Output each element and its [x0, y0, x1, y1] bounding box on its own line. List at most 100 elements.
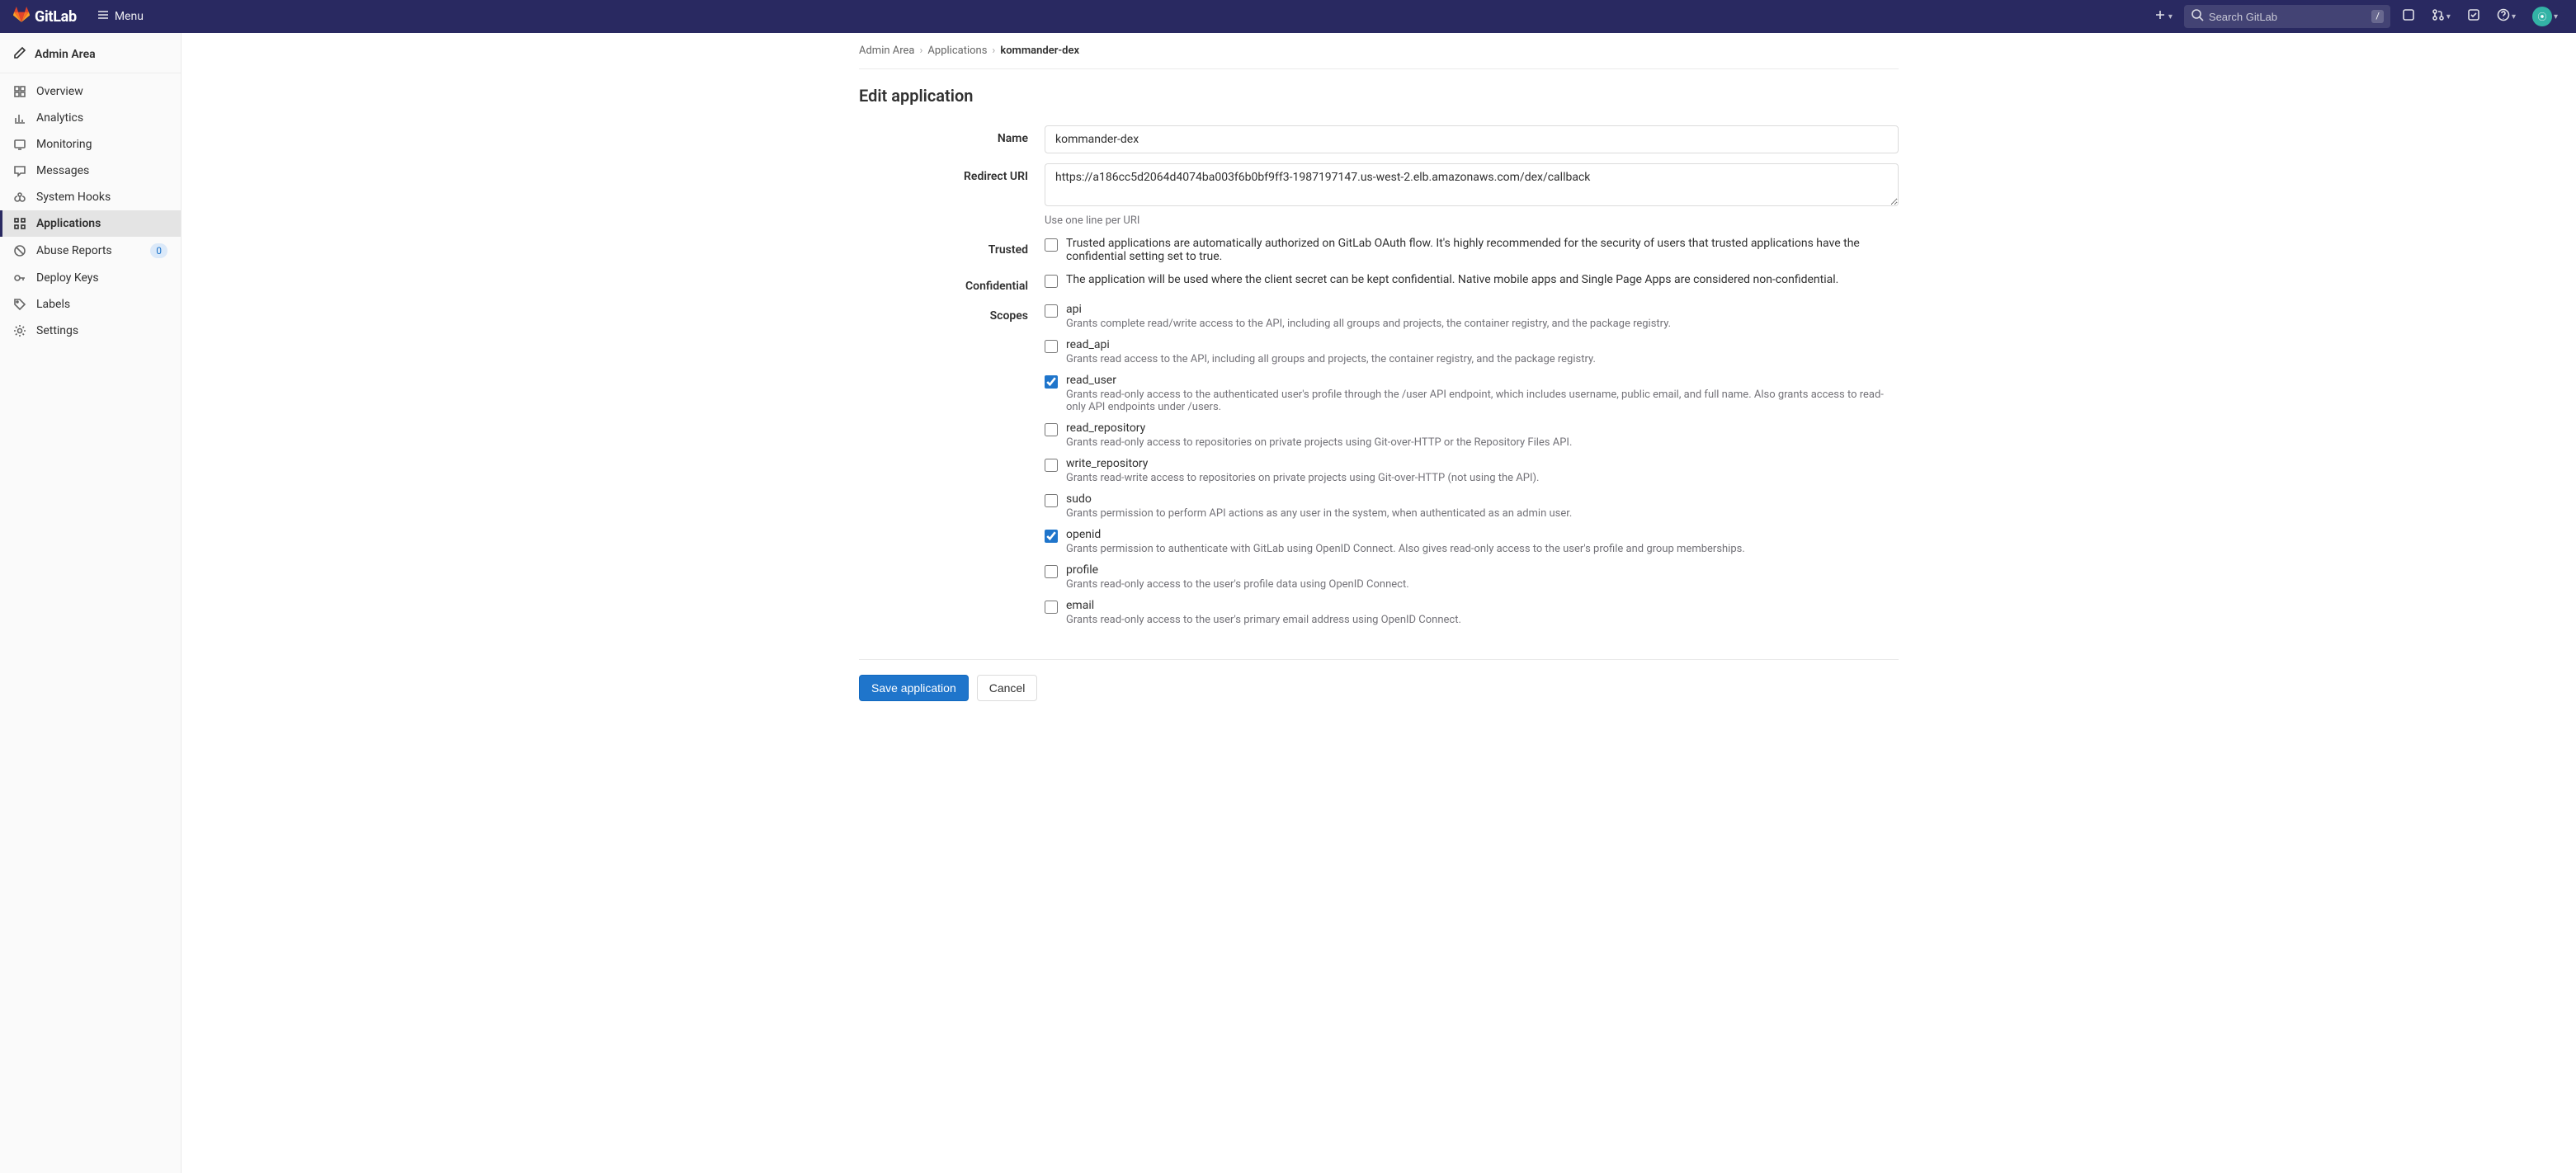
search-box[interactable]: / — [2184, 5, 2390, 28]
scope-description: Grants read-only access to the authentic… — [1066, 389, 1899, 413]
scope-checkbox-write-repository[interactable] — [1045, 459, 1058, 472]
breadcrumb: Admin Area › Applications › kommander-de… — [859, 33, 1899, 69]
search-input[interactable] — [2209, 11, 2371, 23]
scope-row-read-user: read_user Grants read-only access to the … — [1045, 374, 1899, 413]
button-row: Save application Cancel — [859, 675, 1899, 701]
sidebar-item-label: Analytics — [36, 111, 83, 125]
scope-row-read-repository: read_repositoryGrants read-only access t… — [1045, 422, 1899, 449]
sidebar-item-deploy-keys[interactable]: Deploy Keys — [0, 265, 181, 291]
label-trusted: Trusted — [859, 237, 1045, 257]
menu-label: Menu — [115, 10, 144, 23]
user-menu[interactable]: ⦿ ▾ — [2527, 5, 2563, 28]
issues-icon — [2402, 8, 2415, 25]
admin-icon — [13, 46, 26, 63]
sidebar-item-label: System Hooks — [36, 191, 111, 204]
plus-icon — [2154, 8, 2167, 25]
chevron-down-icon: ▾ — [2554, 12, 2558, 21]
scope-description: Grants read-only access to the user's pr… — [1066, 614, 1461, 626]
page-title: Edit application — [859, 86, 1899, 106]
scope-label: sudo — [1066, 492, 1572, 506]
breadcrumb-applications[interactable]: Applications — [927, 45, 987, 57]
scope-label: read_user — [1066, 374, 1899, 387]
breadcrumb-current: kommander-dex — [1000, 45, 1079, 57]
sidebar-item-label: Labels — [36, 298, 70, 311]
scope-description: Grants read access to the API, including… — [1066, 353, 1596, 365]
logo-area[interactable]: GitLab — [13, 7, 77, 26]
sidebar-item-label: Deploy Keys — [36, 271, 99, 285]
label-scopes: Scopes — [859, 303, 1045, 323]
trusted-checkbox[interactable] — [1045, 238, 1058, 252]
name-input[interactable] — [1045, 125, 1899, 153]
scope-checkbox-sudo[interactable] — [1045, 494, 1058, 507]
help-icon — [2497, 8, 2510, 25]
new-dropdown-button[interactable]: ▾ — [2149, 5, 2177, 28]
scope-checkbox-email[interactable] — [1045, 601, 1058, 614]
hooks-icon — [13, 191, 26, 204]
scope-label: api — [1066, 303, 1671, 316]
todos-link[interactable] — [2462, 5, 2485, 28]
save-application-button[interactable]: Save application — [859, 675, 969, 701]
help-dropdown[interactable]: ▾ — [2492, 5, 2521, 28]
sidebar-item-abuse-reports[interactable]: Abuse Reports0 — [0, 237, 181, 265]
sidebar-item-analytics[interactable]: Analytics — [0, 105, 181, 131]
abuse-icon — [13, 244, 26, 257]
sidebar-item-applications[interactable]: Applications — [0, 210, 181, 237]
scope-description: Grants permission to authenticate with G… — [1066, 543, 1745, 555]
sidebar-item-label: Applications — [36, 217, 101, 230]
scope-label: profile — [1066, 563, 1409, 577]
scope-label: read_repository — [1066, 422, 1572, 435]
divider — [859, 659, 1899, 660]
redirect-uri-textarea[interactable] — [1045, 163, 1899, 206]
scope-description: Grants permission to perform API actions… — [1066, 507, 1572, 520]
field-row-name: Name — [859, 120, 1899, 158]
merge-requests-dropdown[interactable]: ▾ — [2427, 5, 2456, 28]
scope-checkbox-read-repository[interactable] — [1045, 423, 1058, 436]
scope-label: email — [1066, 599, 1461, 612]
todo-icon — [2467, 8, 2480, 25]
settings-icon — [13, 324, 26, 337]
scope-checkbox-api[interactable] — [1045, 304, 1058, 318]
scope-row-read-api: read_api Grants read access to the API, i… — [1045, 338, 1899, 365]
label-confidential: Confidential — [859, 273, 1045, 293]
scope-checkbox-openid[interactable] — [1045, 530, 1058, 543]
chevron-down-icon: ▾ — [2446, 12, 2451, 21]
scope-row-write-repository: write_repositoryGrants read-write access… — [1045, 457, 1899, 484]
main-menu-button[interactable]: Menu — [90, 3, 150, 30]
avatar: ⦿ — [2532, 7, 2552, 26]
sidebar-item-settings[interactable]: Settings — [0, 318, 181, 344]
scope-row-profile: profileGrants read-only access to the us… — [1045, 563, 1899, 591]
redirect-uri-help: Use one line per URI — [1045, 214, 1899, 227]
cancel-button[interactable]: Cancel — [977, 675, 1038, 701]
sidebar-title-text: Admin Area — [35, 48, 96, 61]
sidebar-item-overview[interactable]: Overview — [0, 78, 181, 105]
chevron-down-icon: ▾ — [2168, 12, 2173, 21]
merge-request-icon — [2432, 8, 2445, 25]
confidential-checkbox[interactable] — [1045, 275, 1058, 288]
messages-icon — [13, 164, 26, 177]
scope-description: Grants read-write access to repositories… — [1066, 472, 1539, 484]
field-row-redirect-uri: Redirect URI Use one line per URI — [859, 158, 1899, 232]
labels-icon — [13, 298, 26, 311]
sidebar-item-messages[interactable]: Messages — [0, 158, 181, 184]
issues-link[interactable] — [2397, 5, 2420, 28]
scope-label: read_api — [1066, 338, 1596, 351]
sidebar-item-system-hooks[interactable]: System Hooks — [0, 184, 181, 210]
sidebar-item-label: Settings — [36, 324, 78, 337]
scope-description: Grants read-only access to repositories … — [1066, 436, 1572, 449]
gitlab-logo-icon — [13, 7, 30, 26]
monitoring-icon — [13, 138, 26, 151]
scope-checkbox-profile[interactable] — [1045, 565, 1058, 578]
field-row-trusted: Trusted Trusted applications are automat… — [859, 232, 1899, 268]
scope-checkbox-read-api[interactable] — [1045, 340, 1058, 353]
sidebar-title[interactable]: Admin Area — [0, 36, 181, 73]
scope-checkbox-read-user[interactable] — [1045, 375, 1058, 389]
sidebar-item-labels[interactable]: Labels — [0, 291, 181, 318]
applications-icon — [13, 217, 26, 230]
scope-row-api: apiGrants complete read/write access to … — [1045, 303, 1899, 330]
analytics-icon — [13, 111, 26, 125]
keys-icon — [13, 271, 26, 285]
breadcrumb-admin-area[interactable]: Admin Area — [859, 45, 915, 57]
search-icon — [2191, 8, 2204, 25]
sidebar-item-monitoring[interactable]: Monitoring — [0, 131, 181, 158]
chevron-down-icon: ▾ — [2512, 12, 2516, 21]
